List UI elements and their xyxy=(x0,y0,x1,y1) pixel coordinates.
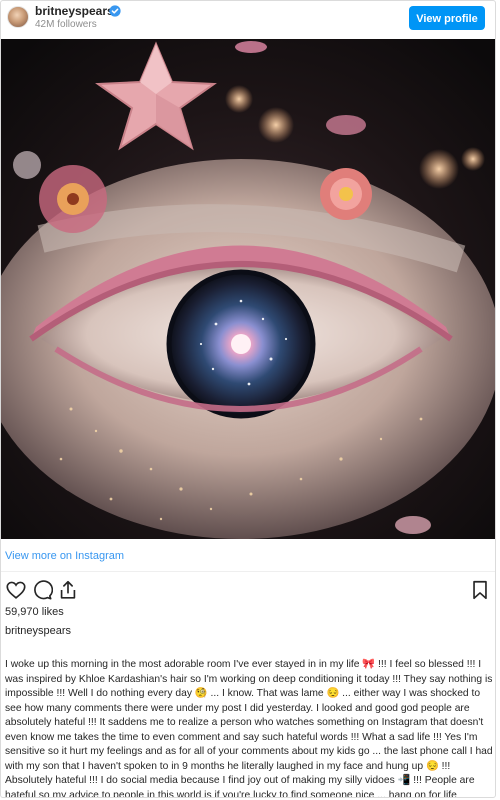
divider xyxy=(1,571,495,572)
flower-right xyxy=(320,168,372,220)
post-image[interactable] xyxy=(1,39,495,539)
eye-artwork xyxy=(1,39,495,539)
avatar[interactable] xyxy=(7,6,29,28)
follower-count: 42M followers xyxy=(35,19,97,30)
comment-icon[interactable] xyxy=(31,579,53,601)
verified-badge-icon xyxy=(109,5,121,17)
instagram-embed: britneyspears 42M followers View profile xyxy=(0,0,496,798)
like-count[interactable]: 59,970 likes xyxy=(5,606,64,618)
post-header: britneyspears 42M followers View profile xyxy=(1,1,495,39)
flower-left xyxy=(39,165,107,233)
share-icon[interactable] xyxy=(57,579,79,601)
bookmark-icon[interactable] xyxy=(469,579,491,601)
heart-icon[interactable] xyxy=(5,579,27,601)
username[interactable]: britneyspears xyxy=(35,4,114,18)
action-bar xyxy=(1,577,495,605)
post-caption: I woke up this morning in the most adora… xyxy=(5,659,493,798)
view-profile-button[interactable]: View profile xyxy=(409,6,485,30)
view-more-link[interactable]: View more on Instagram xyxy=(5,550,124,562)
caption-username[interactable]: britneyspears xyxy=(5,625,71,637)
